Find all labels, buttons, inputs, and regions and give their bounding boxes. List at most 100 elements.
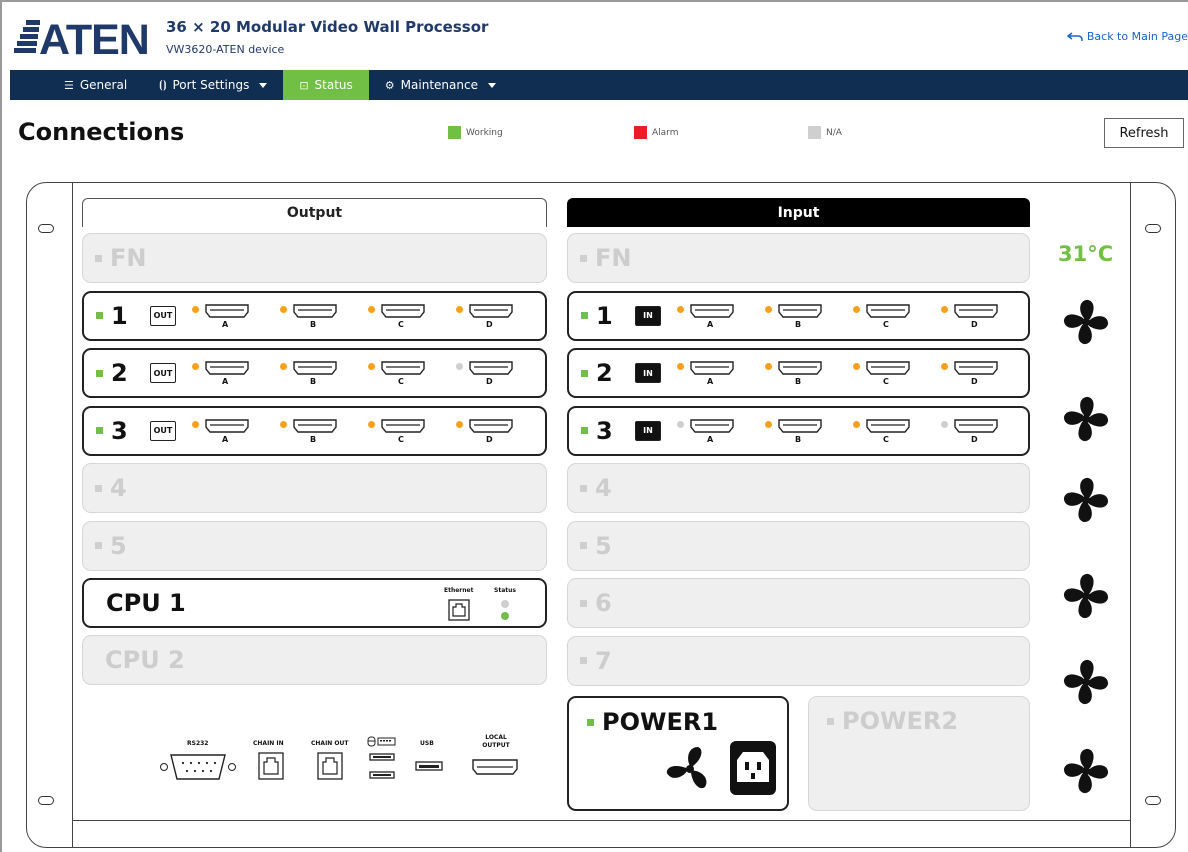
status-indicator: [581, 427, 588, 434]
input-port-c[interactable]: C: [853, 302, 913, 334]
port-status-led: [368, 363, 375, 370]
port-status-led: [941, 363, 948, 370]
input-slot-4: 4: [567, 463, 1030, 513]
fan-icon: [1063, 659, 1109, 705]
output-port-a[interactable]: A: [192, 417, 252, 449]
hdmi-port-icon: [469, 361, 513, 375]
output-port-c[interactable]: C: [368, 359, 428, 391]
input-port-c[interactable]: C: [853, 359, 913, 391]
input-port-b[interactable]: B: [765, 302, 825, 334]
port-status-led: [280, 305, 287, 313]
tab-status-label: Status: [314, 78, 353, 92]
fan-icon: [1063, 573, 1109, 619]
slot-label: FN: [580, 234, 631, 282]
tab-general-label: General: [79, 78, 128, 92]
output-port-b[interactable]: B: [280, 302, 340, 334]
chevron-down-icon: [487, 82, 496, 88]
output-port-c[interactable]: C: [368, 302, 428, 334]
port-status-led: [765, 305, 772, 313]
port-status-led: [941, 420, 948, 428]
hdmi-port-icon: [469, 418, 513, 433]
input-slot-2[interactable]: 2 IN A B C D: [567, 348, 1030, 398]
status-led-working: [501, 612, 509, 620]
cpu-label: CPU 2: [105, 646, 185, 674]
input-port-a[interactable]: A: [677, 359, 737, 391]
chain-out-port-icon: [317, 752, 343, 780]
output-port-b[interactable]: B: [280, 417, 340, 449]
tab-port-settings[interactable]: ⦗⦘ Port Settings: [143, 70, 283, 100]
back-to-main-link[interactable]: Back to Main Page: [1066, 30, 1188, 43]
hdmi-port-icon: [381, 418, 425, 433]
output-port-d[interactable]: D: [456, 359, 516, 391]
port-label: B: [310, 377, 317, 386]
port-label: D: [486, 377, 493, 386]
slot-number: 3: [596, 416, 613, 445]
output-slot-2[interactable]: 2 OUT A B C D: [82, 348, 547, 398]
output-slot-1[interactable]: 1 OUT A B C D: [82, 290, 547, 341]
output-port-c[interactable]: C: [368, 417, 428, 449]
local-output-hdmi-icon: [472, 759, 518, 775]
port-status-led: [765, 363, 772, 370]
slot-label: 4: [95, 464, 127, 512]
status-label: Status: [494, 587, 516, 594]
input-port-d[interactable]: D: [941, 417, 1001, 449]
status-indicator: [587, 718, 594, 726]
input-slot-5: 5: [567, 520, 1030, 571]
rack-rail-left: [72, 182, 73, 848]
output-port-b[interactable]: B: [280, 359, 340, 391]
cpu-slot-1[interactable]: CPU 1 Ethernet Status: [82, 578, 547, 628]
tab-maintenance-label: Maintenance: [400, 78, 478, 92]
slot-number: 3: [111, 416, 128, 445]
input-port-d[interactable]: D: [941, 302, 1001, 334]
hdmi-port-icon: [293, 361, 337, 375]
slot-number: 2: [111, 359, 128, 387]
input-slot-7: 7: [567, 635, 1030, 686]
slot-number: 1: [596, 301, 613, 330]
output-port-a[interactable]: A: [192, 359, 252, 391]
fan-icon: [666, 747, 707, 789]
port-label: A: [222, 434, 229, 444]
hdmi-port-icon: [381, 303, 425, 318]
hdmi-port-icon: [954, 361, 998, 375]
tab-general[interactable]: ☰ General: [48, 70, 143, 100]
output-port-a[interactable]: A: [192, 302, 252, 334]
hdmi-port-icon: [690, 303, 734, 318]
hdmi-port-icon: [778, 361, 822, 375]
aten-logo: ATEN: [14, 16, 150, 60]
output-port-d[interactable]: D: [456, 302, 516, 334]
chassis-bottom-edge: [72, 820, 1130, 821]
slot-label: 2: [581, 350, 613, 396]
input-port-d[interactable]: D: [941, 359, 1001, 391]
input-port-a[interactable]: A: [677, 302, 737, 334]
hdmi-port-icon: [778, 418, 822, 433]
input-port-c[interactable]: C: [853, 417, 913, 449]
status-indicator: [580, 599, 587, 607]
slot-label: 2: [96, 350, 128, 396]
power-2-label: POWER2: [842, 707, 959, 735]
hdmi-port-icon: [954, 303, 998, 318]
port-status-led: [941, 305, 948, 313]
ethernet-port-icon: [448, 599, 470, 621]
input-slot-3[interactable]: 3 IN A B C D: [567, 405, 1030, 456]
input-port-b[interactable]: B: [765, 417, 825, 449]
status-indicator: [580, 542, 587, 549]
output-port-d[interactable]: D: [456, 417, 516, 449]
output-slot-3[interactable]: 3 OUT A B C D: [82, 405, 547, 456]
tab-maintenance[interactable]: ⚙ Maintenance: [369, 70, 512, 100]
tab-status[interactable]: ⊡ Status: [283, 70, 369, 100]
status-indicator: [95, 542, 102, 549]
power-supply-1[interactable]: POWER1: [567, 696, 789, 811]
refresh-button[interactable]: Refresh: [1104, 118, 1184, 148]
port-label: C: [883, 434, 889, 444]
input-column-header: Input: [567, 198, 1030, 227]
header: ATEN 36 × 20 Modular Video Wall Processo…: [2, 2, 1188, 70]
legend-swatch-working: [448, 126, 461, 139]
status-indicator: [95, 254, 102, 262]
legend-label: Working: [466, 127, 503, 138]
fan-icon: [1063, 299, 1109, 345]
input-port-a[interactable]: A: [677, 417, 737, 449]
input-slot-1[interactable]: 1 IN A B C D: [567, 290, 1030, 341]
status-indicator: [96, 427, 103, 434]
status-indicator: [581, 312, 588, 319]
input-port-b[interactable]: B: [765, 359, 825, 391]
